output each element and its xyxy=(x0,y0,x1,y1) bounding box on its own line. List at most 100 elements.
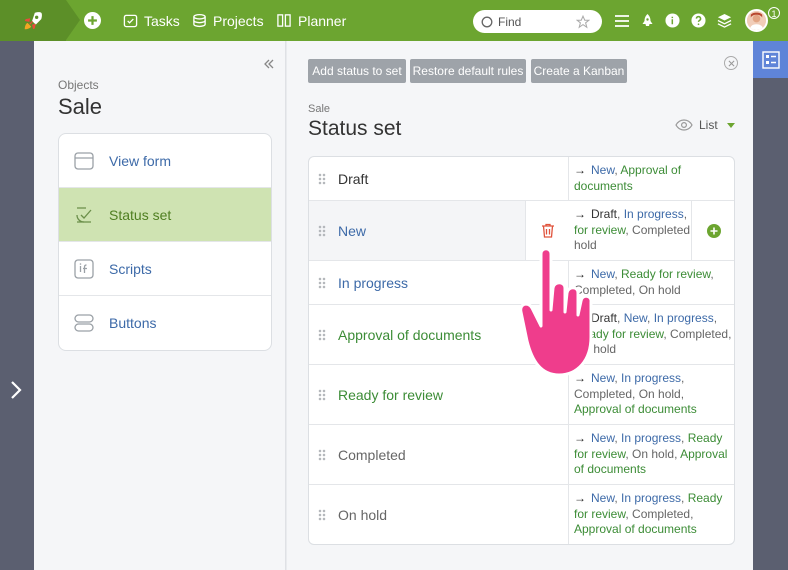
menu-item-label: Scripts xyxy=(109,260,152,277)
status-row[interactable]: On hold → New, In progress, Ready for revi… xyxy=(309,485,734,544)
separator: , xyxy=(681,431,688,445)
page-title: Status set xyxy=(308,117,402,140)
drag-handle-icon[interactable] xyxy=(318,328,326,341)
transition-link[interactable]: In progress xyxy=(621,431,681,445)
tasks-icon xyxy=(123,14,138,28)
rocket-icon xyxy=(24,11,42,29)
rocket-small-icon xyxy=(642,13,653,26)
transition-link[interactable]: On hold xyxy=(639,283,681,297)
drag-handle-icon[interactable] xyxy=(318,448,326,461)
search-input[interactable] xyxy=(498,14,576,29)
nav-projects[interactable]: Projects xyxy=(192,0,264,41)
transitions-cell[interactable]: → New, In progress, Ready for review, On … xyxy=(574,431,732,478)
drag-handle-icon[interactable] xyxy=(318,388,326,401)
hamburger-icon xyxy=(614,14,629,27)
view-mode-dropdown[interactable]: List xyxy=(675,118,735,132)
view-mode-label: List xyxy=(699,118,718,132)
nav-planner[interactable]: Planner xyxy=(276,0,346,41)
status-name: In progress xyxy=(338,274,409,291)
breadcrumb: Objects xyxy=(58,78,99,92)
layers-icon xyxy=(717,13,732,28)
menu-item-view-form[interactable]: View form xyxy=(59,134,271,188)
transition-link[interactable]: In progress xyxy=(621,371,681,385)
status-name-cell[interactable]: On hold xyxy=(309,485,569,544)
arrow-right-icon: → xyxy=(574,491,586,505)
form-settings-button[interactable] xyxy=(753,41,788,78)
close-button[interactable] xyxy=(724,56,738,70)
menu-button[interactable] xyxy=(613,12,630,29)
separator: , xyxy=(680,386,685,401)
avatar[interactable] xyxy=(745,9,768,32)
collapse-panel-button[interactable] xyxy=(264,57,274,72)
status-name-cell[interactable]: Completed xyxy=(309,425,569,484)
help-icon xyxy=(691,13,706,28)
transition-link[interactable]: In progress xyxy=(621,491,681,505)
add-status-button[interactable]: Add status to set xyxy=(308,59,406,83)
transition-link[interactable]: Completed xyxy=(574,387,632,401)
transition-link[interactable]: Approval of documents xyxy=(574,522,697,536)
drag-handle-icon[interactable] xyxy=(318,509,326,521)
separator: , xyxy=(614,491,622,505)
add-transition-button[interactable] xyxy=(691,201,734,260)
separator: , xyxy=(681,491,688,505)
double-chevron-left-icon xyxy=(264,59,274,69)
separator: , xyxy=(614,431,622,445)
menu-item-buttons[interactable]: Buttons xyxy=(59,296,271,350)
separator: , xyxy=(690,506,694,521)
status-row[interactable]: Completed → New, In progress, Ready for re… xyxy=(309,425,734,485)
status-name: Approval of documents xyxy=(338,326,482,343)
transition-link[interactable]: Draft xyxy=(591,207,617,221)
search-box[interactable] xyxy=(473,10,602,33)
breadcrumb: Sale xyxy=(308,103,331,115)
transition-link[interactable]: On hold xyxy=(639,387,681,401)
separator: , xyxy=(710,267,714,281)
transition-link[interactable]: New xyxy=(591,163,614,177)
nav-planner-label: Planner xyxy=(298,12,347,29)
layers-button[interactable] xyxy=(716,12,733,29)
app-logo[interactable] xyxy=(0,0,80,41)
create-new-button[interactable] xyxy=(84,12,101,29)
status-name: Ready for review xyxy=(338,386,444,403)
transition-link[interactable]: In progress xyxy=(654,311,714,325)
help-button[interactable] xyxy=(690,12,707,29)
transition-link[interactable]: Completed xyxy=(632,223,690,237)
transition-link[interactable]: Completed xyxy=(670,327,728,341)
transitions-cell[interactable]: → New, Approval of documents xyxy=(574,163,732,194)
search-icon xyxy=(481,16,493,27)
transitions-cell[interactable]: → New, In progress, Ready for review, Com… xyxy=(574,491,732,538)
menu-item-status-set[interactable]: Status set xyxy=(59,188,271,242)
create-kanban-button[interactable]: Create a Kanban xyxy=(531,59,627,83)
drag-handle-icon[interactable] xyxy=(318,224,326,237)
transition-link[interactable]: New xyxy=(624,311,647,325)
transition-link[interactable]: New xyxy=(591,491,614,505)
info-button[interactable] xyxy=(664,12,681,29)
menu-item-label: View form xyxy=(109,152,171,169)
info-icon xyxy=(665,13,680,28)
star-icon[interactable] xyxy=(576,14,590,29)
drag-handle-icon[interactable] xyxy=(318,276,326,289)
transition-link[interactable]: Approval of documents xyxy=(574,402,697,416)
separator: , xyxy=(632,386,639,401)
chevron-right-icon[interactable] xyxy=(9,379,23,401)
transition-link[interactable]: In progress xyxy=(624,207,684,221)
drag-handle-icon[interactable] xyxy=(318,172,326,185)
separator: , xyxy=(617,207,624,221)
separator: , xyxy=(713,311,718,325)
menu-item-scripts[interactable]: Scripts xyxy=(59,242,271,296)
chevron-down-icon xyxy=(726,122,735,128)
transition-link[interactable]: On hold xyxy=(632,447,674,461)
status-name-cell[interactable]: Draft xyxy=(309,157,569,200)
transition-link[interactable]: Ready for review xyxy=(621,267,710,281)
transition-link[interactable]: Completed xyxy=(632,507,690,521)
launch-button[interactable] xyxy=(639,12,656,29)
status-set-icon xyxy=(73,204,95,226)
checklist-icon xyxy=(761,50,780,69)
nav-tasks[interactable]: Tasks xyxy=(123,0,180,41)
plus-icon xyxy=(707,223,721,238)
arrow-right-icon: → xyxy=(574,163,586,177)
restore-default-rules-button[interactable]: Restore default rules xyxy=(410,59,526,83)
notification-badge: 1 xyxy=(768,7,780,19)
eye-icon xyxy=(675,119,693,131)
transition-link[interactable]: New xyxy=(591,431,614,445)
status-row[interactable]: Draft → New, Approval of documents xyxy=(309,157,734,201)
